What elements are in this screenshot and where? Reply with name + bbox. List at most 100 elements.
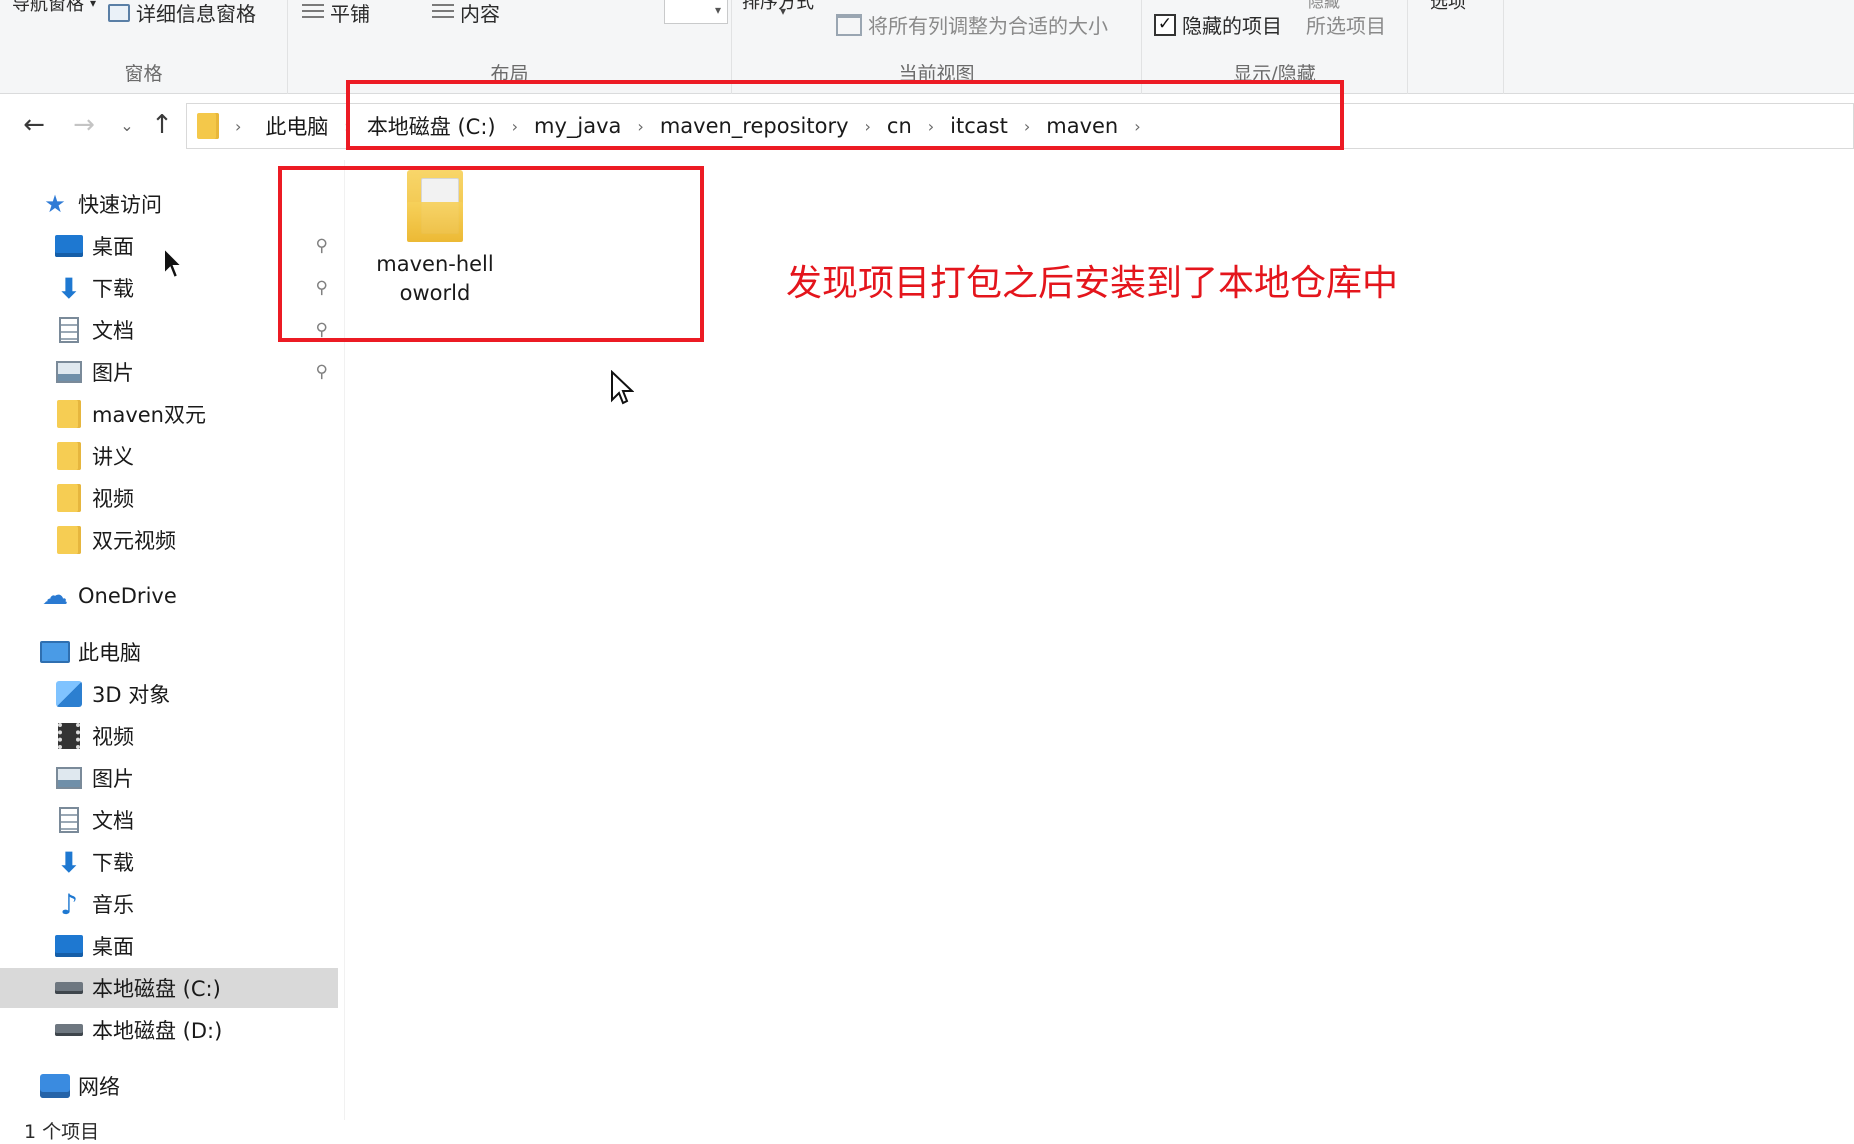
windows-drive-icon (54, 974, 84, 1002)
pin-icon[interactable]: ⚲ (316, 362, 328, 382)
pane-divider[interactable] (344, 160, 345, 1120)
nav-label: 视频 (92, 487, 134, 511)
breadcrumb-maven-repository[interactable]: maven_repository (650, 114, 859, 138)
hide-selected-label: 所选项目 (1306, 14, 1386, 38)
nav-pc-downloads[interactable]: ⬇ 下载 (0, 842, 338, 882)
nav-pc-local-disk-d[interactable]: 本地磁盘 (D:) (0, 1010, 338, 1050)
ribbon-group-title: 当前视图 (898, 63, 975, 85)
hidden-items-checkbox[interactable]: ✓ (1154, 13, 1176, 36)
breadcrumb-local-disk-c[interactable]: 本地磁盘 (C:) (357, 111, 506, 141)
breadcrumb-itcast[interactable]: itcast (940, 114, 1018, 138)
back-button[interactable]: ← (14, 96, 54, 154)
sort-by-button[interactable]: 排序方式 (742, 0, 814, 14)
ribbon-group-options: 选项 (1408, 0, 1504, 94)
nav-quick-shuangyuan-videos[interactable]: 双元视频 (0, 520, 338, 560)
folder-icon (54, 400, 84, 428)
layout-gallery-scroll[interactable]: ▾ (664, 0, 728, 24)
nav-pc-music[interactable]: ♪ 音乐 (0, 884, 338, 924)
up-button[interactable]: ↑ (142, 96, 182, 154)
options-label: 选项 (1430, 0, 1466, 13)
pin-icon[interactable]: ⚲ (316, 278, 328, 298)
nav-quick-access[interactable]: ★ 快速访问 (0, 184, 338, 224)
breadcrumb-maven[interactable]: maven (1036, 114, 1128, 138)
chevron-right-icon[interactable]: › (338, 117, 356, 136)
fit-columns-label: 将所有列调整为合适的大小 (868, 14, 1108, 38)
film-icon (54, 722, 84, 750)
network-icon (40, 1072, 70, 1100)
breadcrumb-my-java[interactable]: my_java (524, 114, 631, 138)
nav-quick-pictures[interactable]: 图片 ⚲ (0, 352, 338, 392)
nav-network[interactable]: 网络 (0, 1066, 338, 1106)
chevron-down-icon: ▾ (780, 4, 787, 18)
nav-label: 桌面 (92, 235, 134, 259)
folder-icon (54, 442, 84, 470)
nav-quick-documents[interactable]: 文档 ⚲ (0, 310, 338, 350)
chevron-right-icon[interactable]: › (859, 117, 877, 136)
ribbon-group-current-view: 排序方式 ▾ 将所有列调整为合适的大小 当前视图 (732, 0, 1142, 94)
nav-pane-button[interactable]: 导航窗格 ▾ (12, 0, 96, 16)
nav-pc-local-disk-c[interactable]: 本地磁盘 (C:) (0, 968, 338, 1008)
nav-label: 图片 (92, 361, 134, 385)
recent-locations-button[interactable]: ⌄ (114, 96, 140, 154)
layout-tiles-option[interactable]: 平铺 (302, 0, 370, 27)
nav-pc-pictures[interactable]: 图片 (0, 758, 338, 798)
pin-icon[interactable]: ⚲ (316, 236, 328, 256)
nav-this-pc[interactable]: 此电脑 (0, 632, 338, 672)
folder-item[interactable]: maven-helloworld (370, 170, 500, 320)
details-pane-icon (108, 3, 130, 22)
desktop-icon (54, 232, 84, 260)
chevron-right-icon[interactable]: › (631, 117, 649, 136)
forward-button[interactable]: → (64, 96, 104, 154)
folder-icon (407, 170, 463, 242)
folder-icon (54, 526, 84, 554)
nav-label: OneDrive (78, 584, 177, 608)
content-layout-icon (432, 3, 454, 22)
nav-label: 讲义 (92, 445, 134, 469)
nav-pc-3d-objects[interactable]: 3D 对象 (0, 674, 338, 714)
nav-pc-desktop[interactable]: 桌面 (0, 926, 338, 966)
hidden-items-label: 隐藏的项目 (1182, 14, 1282, 38)
nav-pc-videos[interactable]: 视频 (0, 716, 338, 756)
sort-by-label: 排序方式 (742, 0, 814, 13)
status-bar: 1 个项目 (0, 1120, 1854, 1144)
nav-label: 图片 (92, 767, 134, 791)
pin-icon[interactable]: ⚲ (316, 320, 328, 340)
chevron-right-icon[interactable]: › (922, 117, 940, 136)
fit-columns-button[interactable]: 将所有列调整为合适的大小 (836, 10, 1108, 39)
chevron-right-icon[interactable]: › (506, 117, 524, 136)
nav-quick-jiangyi[interactable]: 讲义 (0, 436, 338, 476)
folder-icon (54, 484, 84, 512)
download-icon: ⬇ (57, 845, 81, 879)
nav-label: maven双元 (92, 403, 206, 427)
nav-label: 文档 (92, 809, 134, 833)
file-explorer-window: 导航窗格 ▾ 详细信息窗格 窗格 平铺 内容 ▾ 布局 排序方式 ▾ 将所有列调… (0, 0, 1854, 1144)
breadcrumb-cn[interactable]: cn (877, 114, 922, 138)
nav-quick-maven-shuangyuan[interactable]: maven双元 (0, 394, 338, 434)
nav-label: 本地磁盘 (D:) (92, 1019, 223, 1043)
nav-label: 此电脑 (78, 641, 141, 665)
hidden-items-toggle[interactable]: ✓ 隐藏的项目 (1154, 10, 1282, 39)
ribbon-group-show-hide: 隐藏 ✓ 隐藏的项目 所选项目 显示/隐藏 (1142, 0, 1408, 94)
folder-name: maven-helloworld (376, 252, 494, 305)
address-row: ← → ⌄ ↑ › 此电脑 › 本地磁盘 (C:) › my_java › ma… (0, 96, 1854, 154)
layout-content-option[interactable]: 内容 (432, 0, 500, 27)
nav-pane-label: 导航窗格 (12, 0, 84, 15)
details-pane-button[interactable]: 详细信息窗格 (108, 0, 256, 27)
nav-label: 下载 (92, 851, 134, 875)
chevron-right-icon[interactable]: › (229, 117, 247, 136)
tiles-icon (302, 3, 324, 22)
nav-label: 视频 (92, 725, 134, 749)
nav-onedrive[interactable]: ☁ OneDrive (0, 576, 338, 616)
ribbon-group-title: 窗格 (124, 63, 163, 85)
breadcrumb-this-pc[interactable]: 此电脑 (255, 111, 338, 141)
nav-pc-documents[interactable]: 文档 (0, 800, 338, 840)
options-button[interactable]: 选项 (1430, 0, 1466, 14)
nav-quick-videos[interactable]: 视频 (0, 478, 338, 518)
drive-icon (54, 1016, 84, 1044)
ribbon-group-layout: 平铺 内容 ▾ 布局 (288, 0, 732, 94)
chevron-right-icon[interactable]: › (1128, 117, 1146, 136)
chevron-right-icon[interactable]: › (1018, 117, 1036, 136)
ribbon: 导航窗格 ▾ 详细信息窗格 窗格 平铺 内容 ▾ 布局 排序方式 ▾ 将所有列调… (0, 0, 1854, 94)
hide-selected-button[interactable]: 所选项目 (1306, 10, 1386, 39)
address-bar[interactable]: › 此电脑 › 本地磁盘 (C:) › my_java › maven_repo… (186, 103, 1854, 149)
